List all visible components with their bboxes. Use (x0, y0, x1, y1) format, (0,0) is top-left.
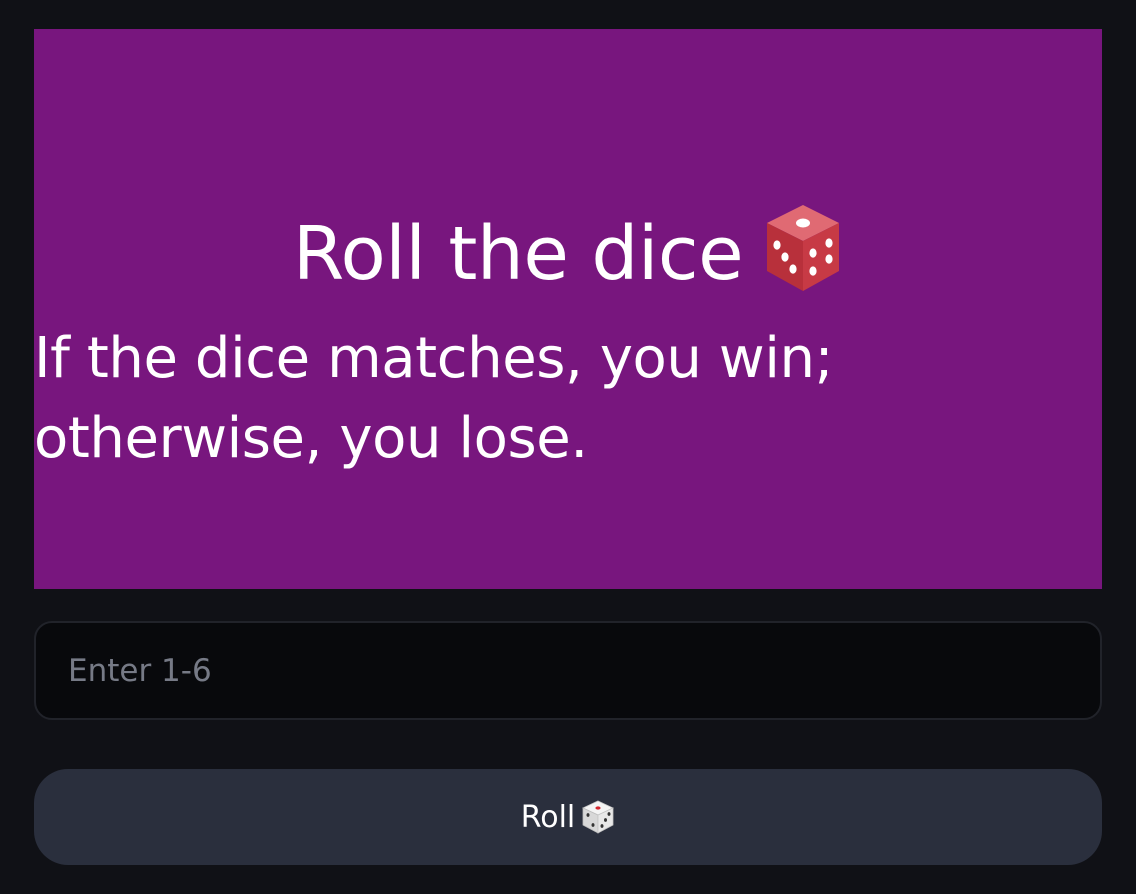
red-die-icon (763, 201, 843, 295)
roll-button-label: Roll (520, 799, 576, 835)
title-row: Roll the dice (34, 205, 1102, 301)
guess-input[interactable] (36, 623, 1100, 718)
guess-field-container (34, 621, 1102, 720)
roll-button[interactable]: Roll (34, 769, 1102, 865)
game-banner: Roll the dice If the dice matches, you w… (34, 29, 1102, 589)
page-title: Roll the dice (292, 211, 744, 297)
game-rules-text: If the dice matches, you win; otherwise,… (34, 326, 834, 471)
white-die-icon (581, 799, 615, 835)
